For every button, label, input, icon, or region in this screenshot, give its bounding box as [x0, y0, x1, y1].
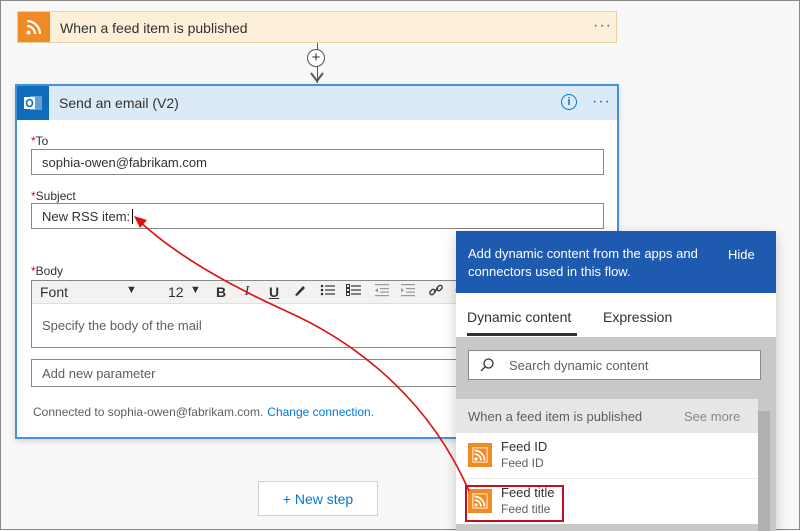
insert-step-icon[interactable]: +: [307, 49, 325, 67]
editor-toolbar: Font ▼ 12 ▼ B I U: [32, 281, 470, 304]
decrease-indent-icon[interactable]: [372, 282, 392, 302]
search-icon: [480, 358, 494, 372]
new-step-button[interactable]: + New step: [258, 481, 378, 516]
tab-dynamic-content[interactable]: Dynamic content: [467, 309, 571, 325]
item-subtitle: Feed ID: [501, 456, 544, 470]
panel-header: Add dynamic content from the apps and co…: [456, 231, 776, 293]
change-connection-link[interactable]: Change connection.: [267, 405, 374, 419]
text-caret: [132, 208, 134, 224]
highlight-pen-icon[interactable]: [290, 282, 310, 302]
connection-info: Connected to sophia-owen@fabrikam.com. Ch…: [33, 405, 375, 419]
link-icon[interactable]: [426, 282, 446, 302]
numbered-list-icon[interactable]: [344, 282, 364, 302]
arrow-down-icon: [310, 72, 324, 83]
tab-expression[interactable]: Expression: [603, 309, 672, 325]
card-title: Send an email (V2): [59, 95, 179, 111]
trigger-card[interactable]: When a feed item is published ···: [17, 11, 617, 43]
hide-button[interactable]: Hide: [728, 247, 755, 262]
font-size-select[interactable]: 12 ▼: [168, 284, 208, 300]
card-more-icon[interactable]: ···: [592, 93, 611, 111]
search-input[interactable]: Search dynamic content: [468, 350, 761, 380]
subject-label: *Subject: [31, 189, 76, 203]
add-parameter-dropdown[interactable]: Add new parameter: [31, 359, 471, 387]
trigger-more-icon[interactable]: ···: [593, 17, 612, 35]
group-header: When a feed item is published See more: [456, 399, 758, 433]
subject-field[interactable]: New RSS item:: [31, 203, 604, 229]
increase-indent-icon[interactable]: [398, 282, 418, 302]
panel-scrollbar[interactable]: [758, 411, 770, 531]
info-icon[interactable]: i: [561, 94, 577, 110]
group-title: When a feed item is published: [468, 409, 643, 424]
outlook-icon: [17, 86, 49, 120]
item-title: Feed ID: [501, 439, 548, 454]
panel-header-text: Add dynamic content from the apps and co…: [468, 246, 698, 279]
rss-icon: [18, 12, 50, 42]
bold-icon[interactable]: B: [211, 282, 231, 302]
highlight-box: [465, 485, 564, 522]
list-item[interactable]: Feed ID Feed ID: [456, 433, 758, 479]
see-more-link[interactable]: See more: [684, 409, 740, 424]
italic-icon[interactable]: I: [237, 282, 257, 302]
to-label: *To: [31, 134, 49, 148]
rss-icon: [468, 443, 492, 467]
body-placeholder: Specify the body of the mail: [42, 318, 202, 333]
body-editor[interactable]: Font ▼ 12 ▼ B I U Specify the body of the …: [31, 280, 471, 348]
active-tab-indicator: [467, 333, 577, 336]
font-select[interactable]: Font ▼: [40, 284, 150, 300]
panel-pointer: [441, 239, 456, 259]
bullet-list-icon[interactable]: [318, 282, 338, 302]
card-header[interactable]: Send an email (V2) i ···: [17, 86, 617, 120]
body-label: *Body: [31, 264, 64, 278]
to-field[interactable]: sophia-owen@fabrikam.com: [31, 149, 604, 175]
trigger-title: When a feed item is published: [60, 20, 248, 36]
underline-icon[interactable]: U: [264, 282, 284, 302]
panel-tabs: Dynamic content Expression: [456, 293, 776, 337]
search-placeholder: Search dynamic content: [509, 358, 649, 373]
